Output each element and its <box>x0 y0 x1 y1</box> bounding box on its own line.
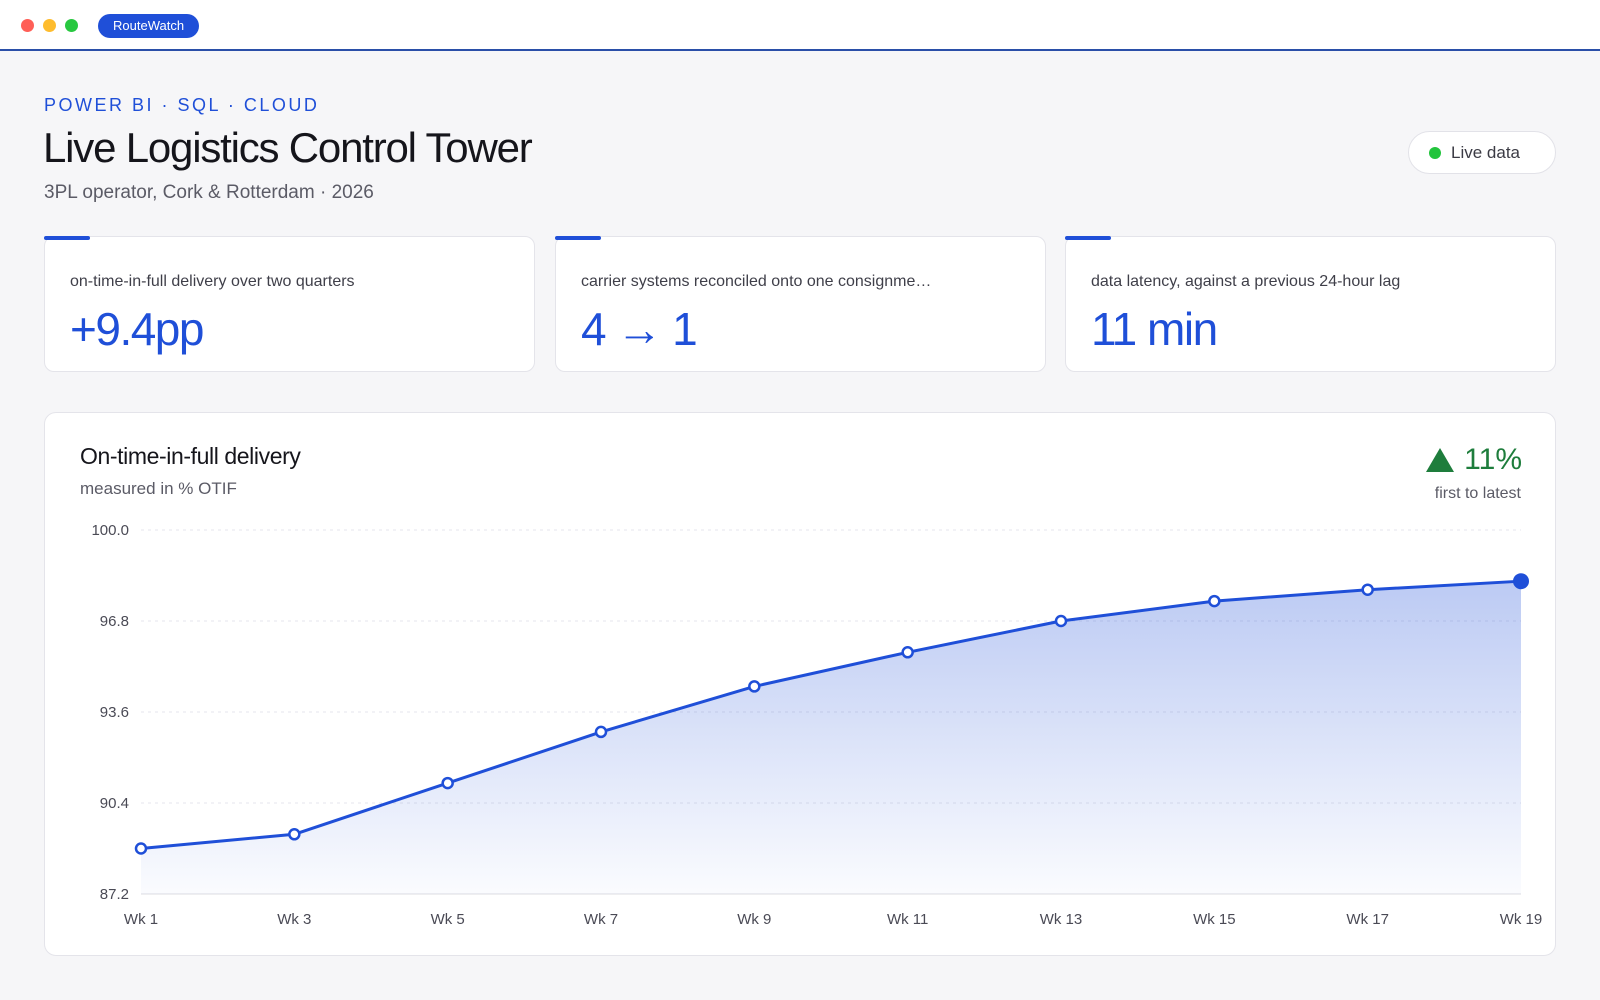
y-tick-label: 100.0 <box>91 522 129 539</box>
x-tick-label: Wk 15 <box>1193 911 1236 928</box>
kpi-value: +9.4pp <box>70 303 204 355</box>
x-tick-label: Wk 11 <box>887 911 928 928</box>
data-point[interactable] <box>1361 583 1374 596</box>
kpi-label: data latency, against a previous 24-hour… <box>1091 273 1401 290</box>
kpi-card-carrier-systems: carrier systems reconciled onto one cons… <box>555 236 1046 372</box>
live-status-dot-icon <box>1429 146 1441 159</box>
kpi-accent-bar <box>1065 236 1111 240</box>
y-tick-label: 93.6 <box>100 704 129 721</box>
kpi-label: on-time-in-full delivery over two quarte… <box>70 273 355 290</box>
x-tick-label: Wk 3 <box>277 911 311 928</box>
app-name-badge[interactable]: RouteWatch <box>98 14 200 38</box>
maximize-window-button[interactable] <box>65 19 78 32</box>
x-tick-label: Wk 1 <box>124 911 158 928</box>
data-point[interactable] <box>748 680 761 693</box>
x-tick-label: Wk 19 <box>1500 911 1543 928</box>
latest-data-point[interactable] <box>1513 573 1529 590</box>
data-point[interactable] <box>901 646 914 659</box>
kpi-value: 4 → 1 <box>581 303 698 355</box>
data-point[interactable] <box>1054 614 1068 628</box>
data-point[interactable] <box>288 828 301 841</box>
otif-chart-card: On-time-in-full delivery measured in % O… <box>44 412 1556 956</box>
area-fill <box>141 581 1521 894</box>
window-titlebar: RouteWatch <box>0 0 1600 51</box>
data-point[interactable] <box>134 842 148 855</box>
data-point[interactable] <box>441 776 454 790</box>
kpi-card-data-latency: data latency, against a previous 24-hour… <box>1065 236 1556 372</box>
kpi-value: 11 min <box>1091 303 1218 355</box>
y-tick-label: 90.4 <box>100 795 129 812</box>
kpi-card-otif: on-time-in-full delivery over two quarte… <box>44 236 535 372</box>
page-title: Live Logistics Control Tower <box>43 124 533 171</box>
x-tick-label: Wk 7 <box>584 911 618 928</box>
data-point[interactable] <box>1208 594 1221 608</box>
live-data-badge[interactable]: Live data <box>1408 131 1556 174</box>
kpi-accent-bar <box>44 236 90 240</box>
otif-line-chart: 100.0 96.8 93.6 90.4 87.2 Wk 1 Wk 3 Wk 5 Wk 7 Wk … <box>91 522 1543 928</box>
x-tick-label: Wk 17 <box>1346 911 1389 928</box>
kpi-label: carrier systems reconciled onto one cons… <box>581 273 932 290</box>
minimize-window-button[interactable] <box>43 19 56 32</box>
page-subtitle: 3PL operator, Cork & Rotterdam · 2026 <box>44 182 374 203</box>
kpi-accent-bar <box>555 236 601 240</box>
x-tick-label: Wk 5 <box>431 911 465 928</box>
close-window-button[interactable] <box>21 19 34 32</box>
x-tick-label: Wk 9 <box>737 911 771 928</box>
y-tick-label: 87.2 <box>100 886 129 903</box>
live-data-label: Live data <box>1451 142 1520 162</box>
x-tick-label: Wk 13 <box>1040 911 1083 928</box>
tech-stack-eyebrow: POWER BI · SQL · CLOUD <box>44 95 320 115</box>
data-point[interactable] <box>594 725 608 739</box>
y-tick-label: 96.8 <box>100 613 129 630</box>
